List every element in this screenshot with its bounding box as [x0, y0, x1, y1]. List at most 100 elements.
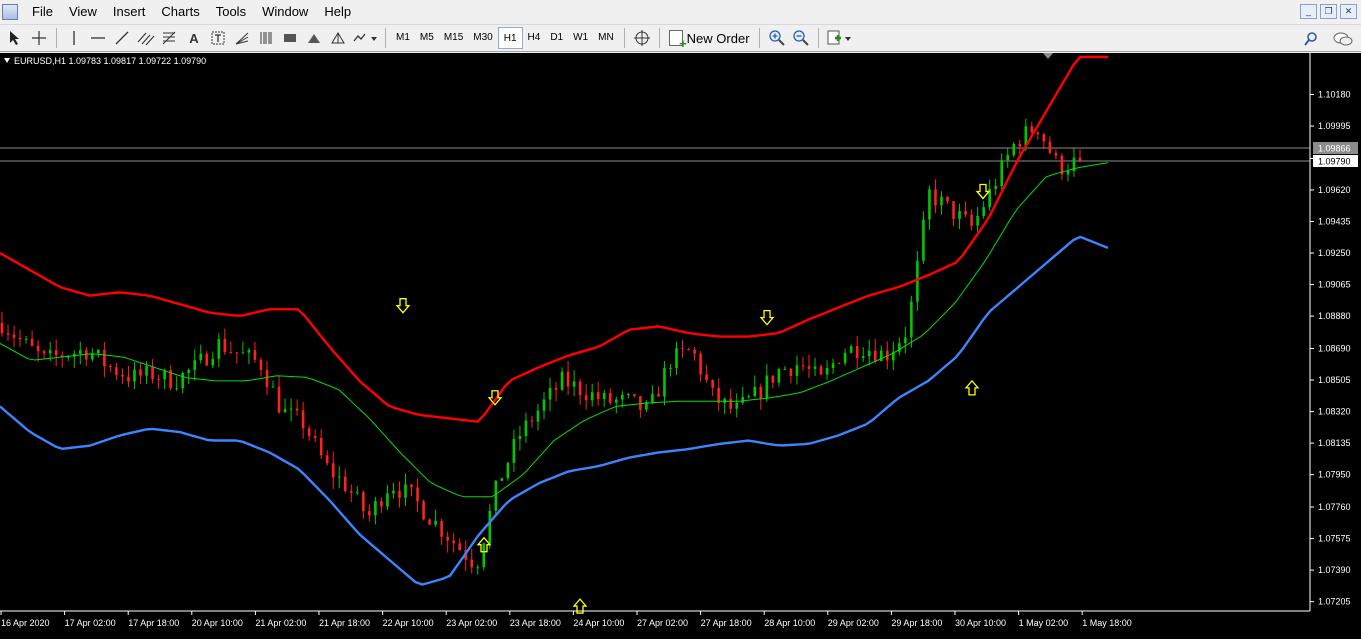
indicators-dropdown-icon[interactable]: [824, 26, 854, 50]
candle-body: [500, 478, 504, 481]
candle-body: [0, 322, 4, 334]
candle: [723, 397, 726, 415]
new-order-button[interactable]: New Order: [665, 26, 754, 51]
candle-body: [313, 436, 317, 438]
cursor-icon[interactable]: [3, 26, 27, 50]
price-chart[interactable]: 1.101801.099951.098051.096201.094351.092…: [0, 53, 1361, 639]
candle-body: [127, 376, 130, 382]
vertical-line-icon[interactable]: [62, 26, 86, 50]
restore-icon[interactable]: ❐: [1320, 4, 1337, 19]
metatrader-window: File View Insert Charts Tools Window Hel…: [0, 0, 1361, 639]
candle-body: [241, 352, 245, 354]
close-icon[interactable]: ✕: [1340, 4, 1357, 19]
fibonacci-retracement-icon[interactable]: [158, 26, 182, 50]
fibonacci-timezones-icon[interactable]: [254, 26, 278, 50]
horizontal-line-icon[interactable]: [86, 26, 110, 50]
app-icon[interactable]: [2, 4, 18, 20]
text-label-icon[interactable]: [206, 26, 230, 50]
candle: [711, 379, 714, 397]
timeframe-m5[interactable]: M5: [415, 27, 439, 49]
candle: [42, 349, 46, 360]
candle-body: [259, 359, 263, 371]
candle-body: [247, 350, 251, 353]
andrews-pitchfork-icon[interactable]: [326, 26, 350, 50]
candle: [807, 354, 811, 379]
text-icon[interactable]: A: [182, 26, 206, 50]
candle: [759, 383, 763, 410]
fibonacci-fan-icon[interactable]: [230, 26, 254, 50]
candle: [548, 377, 552, 412]
timeframe-h1[interactable]: H1: [497, 27, 523, 49]
candle: [36, 340, 40, 363]
candle: [892, 341, 895, 371]
candle-body: [855, 346, 859, 359]
candle-body: [843, 352, 847, 364]
candle: [614, 396, 618, 414]
triangle-icon[interactable]: [302, 26, 326, 50]
candle-body: [952, 201, 955, 219]
candle-body: [940, 196, 943, 206]
search-icon[interactable]: [1299, 27, 1323, 51]
candle: [362, 490, 365, 519]
candle: [867, 339, 871, 366]
menu-help[interactable]: Help: [316, 0, 359, 24]
timeframe-m30[interactable]: M30: [468, 27, 497, 49]
timeframe-mn[interactable]: MN: [593, 27, 619, 49]
timeframe-m1[interactable]: M1: [391, 27, 415, 49]
candle-body: [265, 370, 269, 387]
candle: [633, 394, 636, 398]
menu-window[interactable]: Window: [254, 0, 316, 24]
candle: [1018, 139, 1022, 155]
candle: [440, 518, 443, 545]
menu-view[interactable]: View: [61, 0, 105, 24]
arrows-dropdown-icon[interactable]: [350, 26, 380, 50]
candle: [476, 564, 480, 575]
candle-body: [1000, 160, 1004, 187]
candle-body: [482, 543, 486, 568]
candle: [843, 348, 847, 366]
candle-body: [572, 381, 576, 387]
candle: [873, 338, 877, 364]
timeframe-w1[interactable]: W1: [568, 27, 593, 49]
fractal-arrow-down-icon: [975, 183, 991, 200]
candle: [241, 341, 245, 354]
menu-tools[interactable]: Tools: [208, 0, 254, 24]
candle-body: [795, 365, 799, 376]
minimize-icon[interactable]: _: [1300, 4, 1317, 19]
candle-body: [193, 360, 197, 370]
zoom-out-icon[interactable]: [789, 26, 813, 50]
candle-body: [861, 356, 865, 359]
candle-body: [30, 338, 34, 346]
candle-body: [349, 491, 353, 493]
fractal-arrow-down-icon: [759, 309, 775, 326]
candle: [235, 352, 239, 364]
candle: [175, 376, 178, 391]
rectangle-icon[interactable]: [278, 26, 302, 50]
candle-body: [343, 476, 347, 492]
price-tick-label: 1.08690: [1318, 343, 1351, 353]
candle: [368, 504, 371, 522]
chart-window[interactable]: 1.101801.099951.098051.096201.094351.092…: [0, 53, 1361, 639]
menu-charts[interactable]: Charts: [153, 0, 207, 24]
chat-icon[interactable]: [1331, 27, 1355, 51]
trendline-icon[interactable]: [110, 26, 134, 50]
candle-body: [48, 350, 52, 354]
timeframe-h4[interactable]: H4: [523, 27, 546, 49]
candle-body: [765, 375, 769, 399]
candle: [566, 361, 570, 396]
menu-file[interactable]: File: [24, 0, 61, 24]
time-tick-label: 30 Apr 10:00: [955, 618, 1006, 628]
candle: [434, 509, 437, 527]
candle: [699, 351, 702, 382]
time-tick-label: 28 Apr 10:00: [764, 618, 815, 628]
zoom-in-icon[interactable]: [765, 26, 789, 50]
time-tick-label: 21 Apr 18:00: [319, 618, 370, 628]
menu-insert[interactable]: Insert: [105, 0, 154, 24]
timeframe-m15[interactable]: M15: [439, 27, 468, 49]
timeframe-d1[interactable]: D1: [545, 27, 568, 49]
candle: [952, 200, 955, 226]
equidistant-channel-icon[interactable]: [134, 26, 158, 50]
navigator-target-icon[interactable]: [630, 26, 654, 50]
crosshair-icon[interactable]: [27, 26, 51, 50]
price-label-text: 1.09790: [1318, 156, 1351, 166]
